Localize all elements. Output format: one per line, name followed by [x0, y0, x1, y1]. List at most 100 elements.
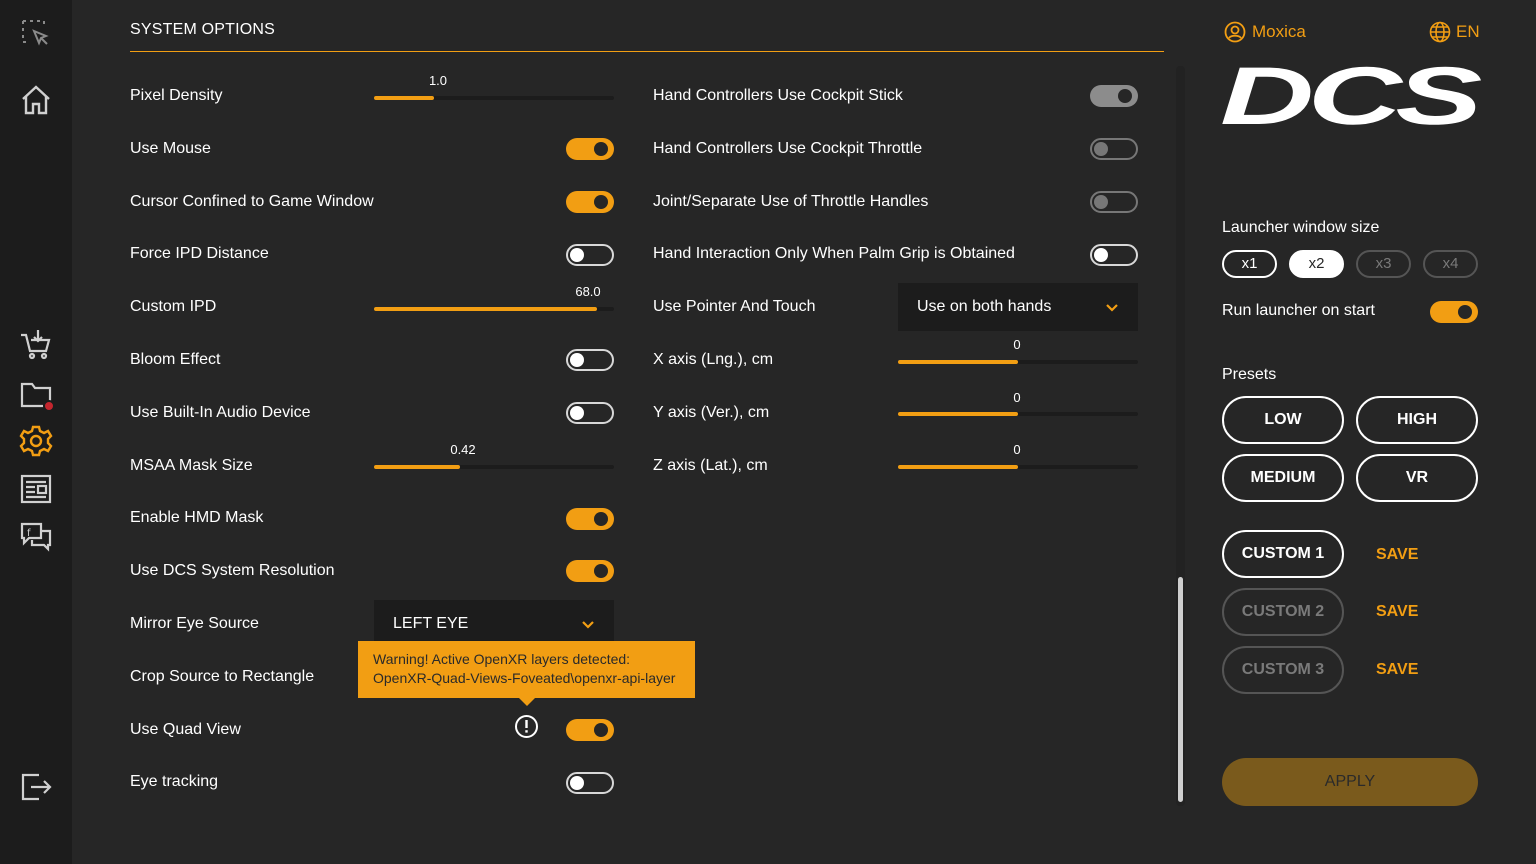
user-profile[interactable]: Moxica — [1224, 21, 1306, 43]
throttle-handles-label: Joint/Separate Use of Throttle Handles — [653, 193, 929, 210]
force-ipd-label: Force IPD Distance — [130, 245, 269, 262]
msaa-label: MSAA Mask Size — [130, 457, 253, 474]
hmd-mask-label: Enable HMD Mask — [130, 509, 264, 526]
toggle-knob — [1094, 195, 1108, 209]
custom-1-button[interactable]: CUSTOM 1 — [1222, 530, 1344, 578]
globe-icon — [1429, 21, 1451, 43]
home-icon[interactable] — [17, 81, 55, 119]
pixel-density-slider[interactable] — [374, 96, 614, 100]
preset-high-button[interactable]: HIGH — [1356, 396, 1478, 444]
pointer-touch-label: Use Pointer And Touch — [653, 298, 816, 315]
cockpit-throttle-toggle[interactable] — [1090, 138, 1138, 160]
toggle-knob — [1118, 89, 1132, 103]
pixel-density-value: 1.0 — [428, 73, 448, 88]
pointer-touch-dropdown[interactable]: Use on both hands — [898, 283, 1138, 331]
audio-toggle[interactable] — [566, 402, 614, 424]
cockpit-stick-label: Hand Controllers Use Cockpit Stick — [653, 87, 903, 104]
x-axis-slider[interactable] — [898, 360, 1138, 364]
svg-text:f: f — [27, 528, 31, 539]
folder-icon[interactable] — [17, 376, 55, 414]
toggle-knob — [1094, 248, 1108, 262]
gear-icon[interactable] — [17, 422, 55, 460]
sidebar: f — [0, 0, 72, 864]
scrollbar-thumb[interactable] — [1178, 577, 1183, 802]
save-custom-3-button[interactable]: SAVE — [1376, 661, 1418, 679]
chevron-down-icon — [582, 621, 594, 629]
warning-icon[interactable] — [514, 714, 539, 739]
cockpit-throttle-label: Hand Controllers Use Cockpit Throttle — [653, 140, 923, 157]
openxr-warning-tooltip: Warning! Active OpenXR layers detected: … — [358, 641, 695, 706]
toggle-knob — [570, 406, 584, 420]
eye-tracking-toggle[interactable] — [566, 772, 614, 794]
save-custom-2-button[interactable]: SAVE — [1376, 603, 1418, 621]
window-size-label: Launcher window size — [1222, 219, 1380, 236]
toggle-knob — [1458, 305, 1472, 319]
quad-view-toggle[interactable] — [566, 719, 614, 741]
save-custom-1-button[interactable]: SAVE — [1376, 546, 1418, 564]
dcs-resolution-toggle[interactable] — [566, 560, 614, 582]
logout-icon[interactable] — [17, 768, 55, 806]
quad-view-label: Use Quad View — [130, 721, 241, 738]
language-selector[interactable]: EN — [1429, 21, 1480, 43]
size-x3-button[interactable]: x3 — [1356, 250, 1411, 278]
size-x1-button[interactable]: x1 — [1222, 250, 1277, 278]
apply-button[interactable]: APPLY — [1222, 758, 1478, 806]
toggle-knob — [1094, 142, 1108, 156]
z-axis-slider[interactable] — [898, 465, 1138, 469]
preset-vr-button[interactable]: VR — [1356, 454, 1478, 502]
select-cursor-icon[interactable] — [17, 15, 55, 53]
slider-fill — [898, 465, 1018, 469]
section-title: SYSTEM OPTIONS — [130, 21, 276, 38]
use-mouse-toggle[interactable] — [566, 138, 614, 160]
toggle-knob — [570, 776, 584, 790]
custom-ipd-label: Custom IPD — [130, 298, 217, 315]
username: Moxica — [1252, 22, 1306, 41]
size-x2-button[interactable]: x2 — [1289, 250, 1344, 278]
user-icon — [1224, 21, 1246, 43]
msaa-slider[interactable] — [374, 465, 614, 469]
toggle-knob — [594, 564, 608, 578]
palm-grip-label: Hand Interaction Only When Palm Grip is … — [653, 245, 1015, 262]
force-ipd-toggle[interactable] — [566, 244, 614, 266]
pixel-density-label: Pixel Density — [130, 87, 223, 104]
hmd-mask-toggle[interactable] — [566, 508, 614, 530]
mirror-eye-label: Mirror Eye Source — [130, 615, 259, 632]
toggle-knob — [570, 248, 584, 262]
social-chat-icon[interactable]: f — [17, 518, 55, 556]
language-code: EN — [1456, 22, 1480, 41]
palm-grip-toggle[interactable] — [1090, 244, 1138, 266]
slider-fill — [374, 96, 434, 100]
preset-medium-button[interactable]: MEDIUM — [1222, 454, 1344, 502]
z-axis-label: Z axis (Lat.), cm — [653, 457, 768, 474]
slider-fill — [374, 465, 461, 469]
toggle-knob — [570, 353, 584, 367]
svg-text:DCS: DCS — [1220, 60, 1481, 132]
dcs-resolution-label: Use DCS System Resolution — [130, 562, 335, 579]
custom-3-button[interactable]: CUSTOM 3 — [1222, 646, 1344, 694]
preset-low-button[interactable]: LOW — [1222, 396, 1344, 444]
x-axis-value: 0 — [1013, 337, 1021, 352]
size-x4-button[interactable]: x4 — [1423, 250, 1478, 278]
custom-ipd-slider[interactable] — [374, 307, 614, 311]
tooltip-line-2: OpenXR-Quad-Views-Foveated\openxr-api-la… — [373, 670, 676, 686]
y-axis-label: Y axis (Ver.), cm — [653, 404, 770, 421]
cockpit-stick-toggle[interactable] — [1090, 85, 1138, 107]
y-axis-slider[interactable] — [898, 412, 1138, 416]
tooltip-line-1: Warning! Active OpenXR layers detected: — [373, 651, 631, 667]
x-axis-label: X axis (Lng.), cm — [653, 351, 774, 368]
crop-source-label: Crop Source to Rectangle — [130, 668, 315, 685]
run-on-start-label: Run launcher on start — [1222, 302, 1375, 319]
msaa-value: 0.42 — [450, 442, 476, 457]
shop-cart-icon[interactable] — [17, 326, 55, 364]
presets-label: Presets — [1222, 366, 1277, 383]
run-on-start-toggle[interactable] — [1430, 301, 1478, 323]
throttle-handles-toggle[interactable] — [1090, 191, 1138, 213]
toggle-knob — [594, 142, 608, 156]
cursor-confined-toggle[interactable] — [566, 191, 614, 213]
bloom-toggle[interactable] — [566, 349, 614, 371]
news-icon[interactable] — [17, 470, 55, 508]
slider-fill — [374, 307, 598, 311]
z-axis-value: 0 — [1013, 442, 1021, 457]
slider-fill — [898, 360, 1018, 364]
custom-2-button[interactable]: CUSTOM 2 — [1222, 588, 1344, 636]
